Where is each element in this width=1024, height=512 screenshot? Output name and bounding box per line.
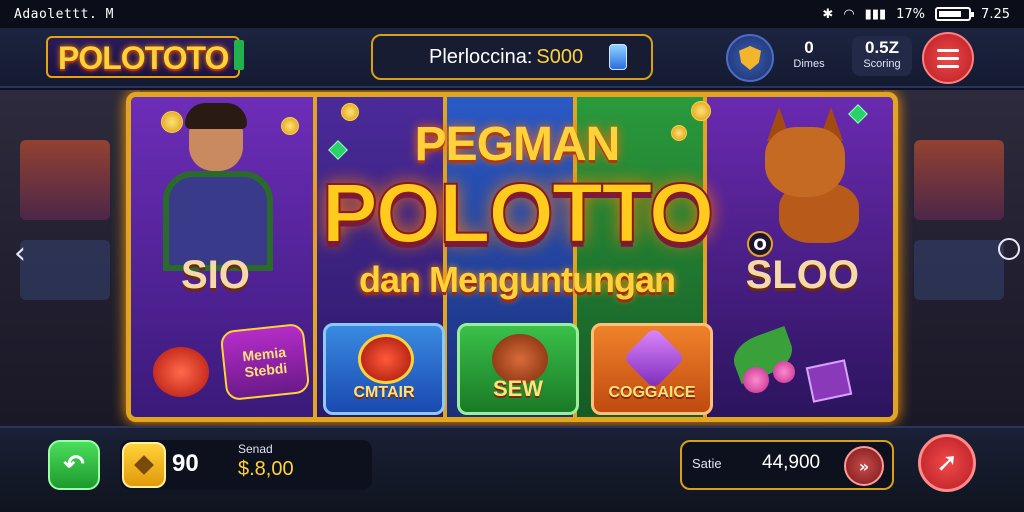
- promo-label: Plerloccina:: [429, 45, 533, 68]
- dimes-value: 0: [804, 38, 814, 57]
- banner-bubble: O: [747, 231, 773, 257]
- logo-badge: [234, 40, 245, 70]
- flower-icon: [743, 367, 769, 393]
- spin-button[interactable]: ➚: [918, 434, 976, 492]
- promo-banner[interactable]: Plerloccina: S000: [371, 34, 653, 80]
- fast-forward-button[interactable]: »: [844, 446, 884, 486]
- scoring-stat: 0.5Z Scoring: [852, 36, 912, 76]
- red-disc-icon: [358, 334, 414, 384]
- status-indicators: ✱ ◠ ▮▮▮ 17% 7.25: [822, 7, 1010, 22]
- shield-button[interactable]: [726, 34, 774, 82]
- win-panel: Satie 44,900 »: [680, 440, 894, 490]
- arcade-screen: [20, 140, 110, 220]
- credit-count: 90: [172, 450, 199, 477]
- banner-title-main: POLOTTO: [321, 165, 715, 261]
- game-tile-memia[interactable]: Memia Stebdi: [147, 322, 311, 415]
- banner-right-amount: SLOO: [745, 253, 859, 297]
- tile-label: SEW: [492, 376, 544, 401]
- dimes-stat: 0 Dimes: [786, 38, 832, 70]
- battery-icon: [935, 7, 975, 21]
- bet-value: $.8,00: [238, 458, 294, 480]
- game-tile-cmtair[interactable]: CMTAIR: [323, 323, 445, 415]
- bluetooth-icon: ✱: [822, 6, 834, 22]
- hamburger-line: [937, 64, 959, 68]
- coin-button[interactable]: [122, 442, 166, 488]
- coin-icon: [134, 455, 154, 475]
- hamburger-menu-icon: [937, 48, 959, 52]
- status-bar: Adaolettt. M ✱ ◠ ▮▮▮ 17% 7.25: [0, 0, 1024, 28]
- undo-button[interactable]: ↶: [48, 440, 100, 490]
- hamburger-line: [937, 56, 959, 60]
- crystal-icon: [622, 326, 686, 390]
- arcade-screen: [914, 140, 1004, 220]
- game-tile-coggaice[interactable]: COGGAICE: [591, 323, 713, 415]
- game-header: POLOTOTO Plerloccina: S000 0 Dimes 0.5Z …: [0, 28, 1024, 88]
- game-controls: ↶ 90 Senad $.8,00 Satie 44,900 » ➚: [0, 426, 1024, 512]
- banner-left-amount: SIO: [181, 253, 250, 297]
- gift-icon: [609, 44, 627, 70]
- shield-icon: [739, 46, 761, 70]
- credit-panel: 90 Senad $.8,00: [120, 440, 372, 490]
- next-circle-icon[interactable]: [998, 238, 1020, 260]
- signal-percent: 17%: [896, 6, 926, 22]
- game-logo: POLOTOTO: [46, 36, 245, 78]
- slot-banner-frame[interactable]: PEGMAN POLOTTO dan Menguntungan SIO SLOO…: [126, 92, 898, 422]
- tile-label: COGGAICE: [608, 384, 696, 401]
- prev-arrow-icon[interactable]: ‹: [14, 236, 26, 271]
- game-logo-text: POLOTOTO: [58, 40, 229, 76]
- wifi-icon: ◠: [843, 6, 855, 22]
- arcade-screen: [20, 240, 110, 300]
- win-label: Satie: [692, 456, 722, 471]
- scoring-label: Scoring: [863, 58, 901, 70]
- tomato-icon: [153, 347, 209, 397]
- battery-level: [939, 11, 962, 17]
- banner-title-top: PEGMAN: [414, 118, 621, 171]
- game-stage: ‹ PEGMAN POLOTTO dan Menguntungan SIO SL…: [0, 90, 1024, 426]
- menu-button[interactable]: [922, 32, 974, 84]
- dimes-label: Dimes: [793, 58, 825, 70]
- flower-icon: [773, 361, 795, 383]
- arcade-screen: [914, 240, 1004, 300]
- status-app-text: Adaolettt. M: [14, 6, 114, 22]
- status-time: 7.25: [981, 6, 1010, 22]
- bet-label: Senad: [238, 442, 273, 456]
- game-tile-flowers[interactable]: [727, 323, 879, 415]
- tile-label: Memia Stebdi: [219, 322, 311, 402]
- undo-arrow-icon: ↶: [63, 450, 85, 480]
- gift-box-icon: [805, 359, 853, 403]
- promo-amount: S000: [536, 45, 584, 68]
- game-tile-sew[interactable]: SEW: [457, 323, 579, 415]
- scoring-value: 0.5Z: [864, 38, 900, 57]
- win-value: 44,900: [762, 452, 821, 473]
- spin-arrow-icon: ➚: [936, 448, 958, 478]
- signal-icon: ▮▮▮: [864, 6, 887, 22]
- tile-label: CMTAIR: [353, 384, 415, 401]
- fast-forward-icon: »: [858, 456, 870, 476]
